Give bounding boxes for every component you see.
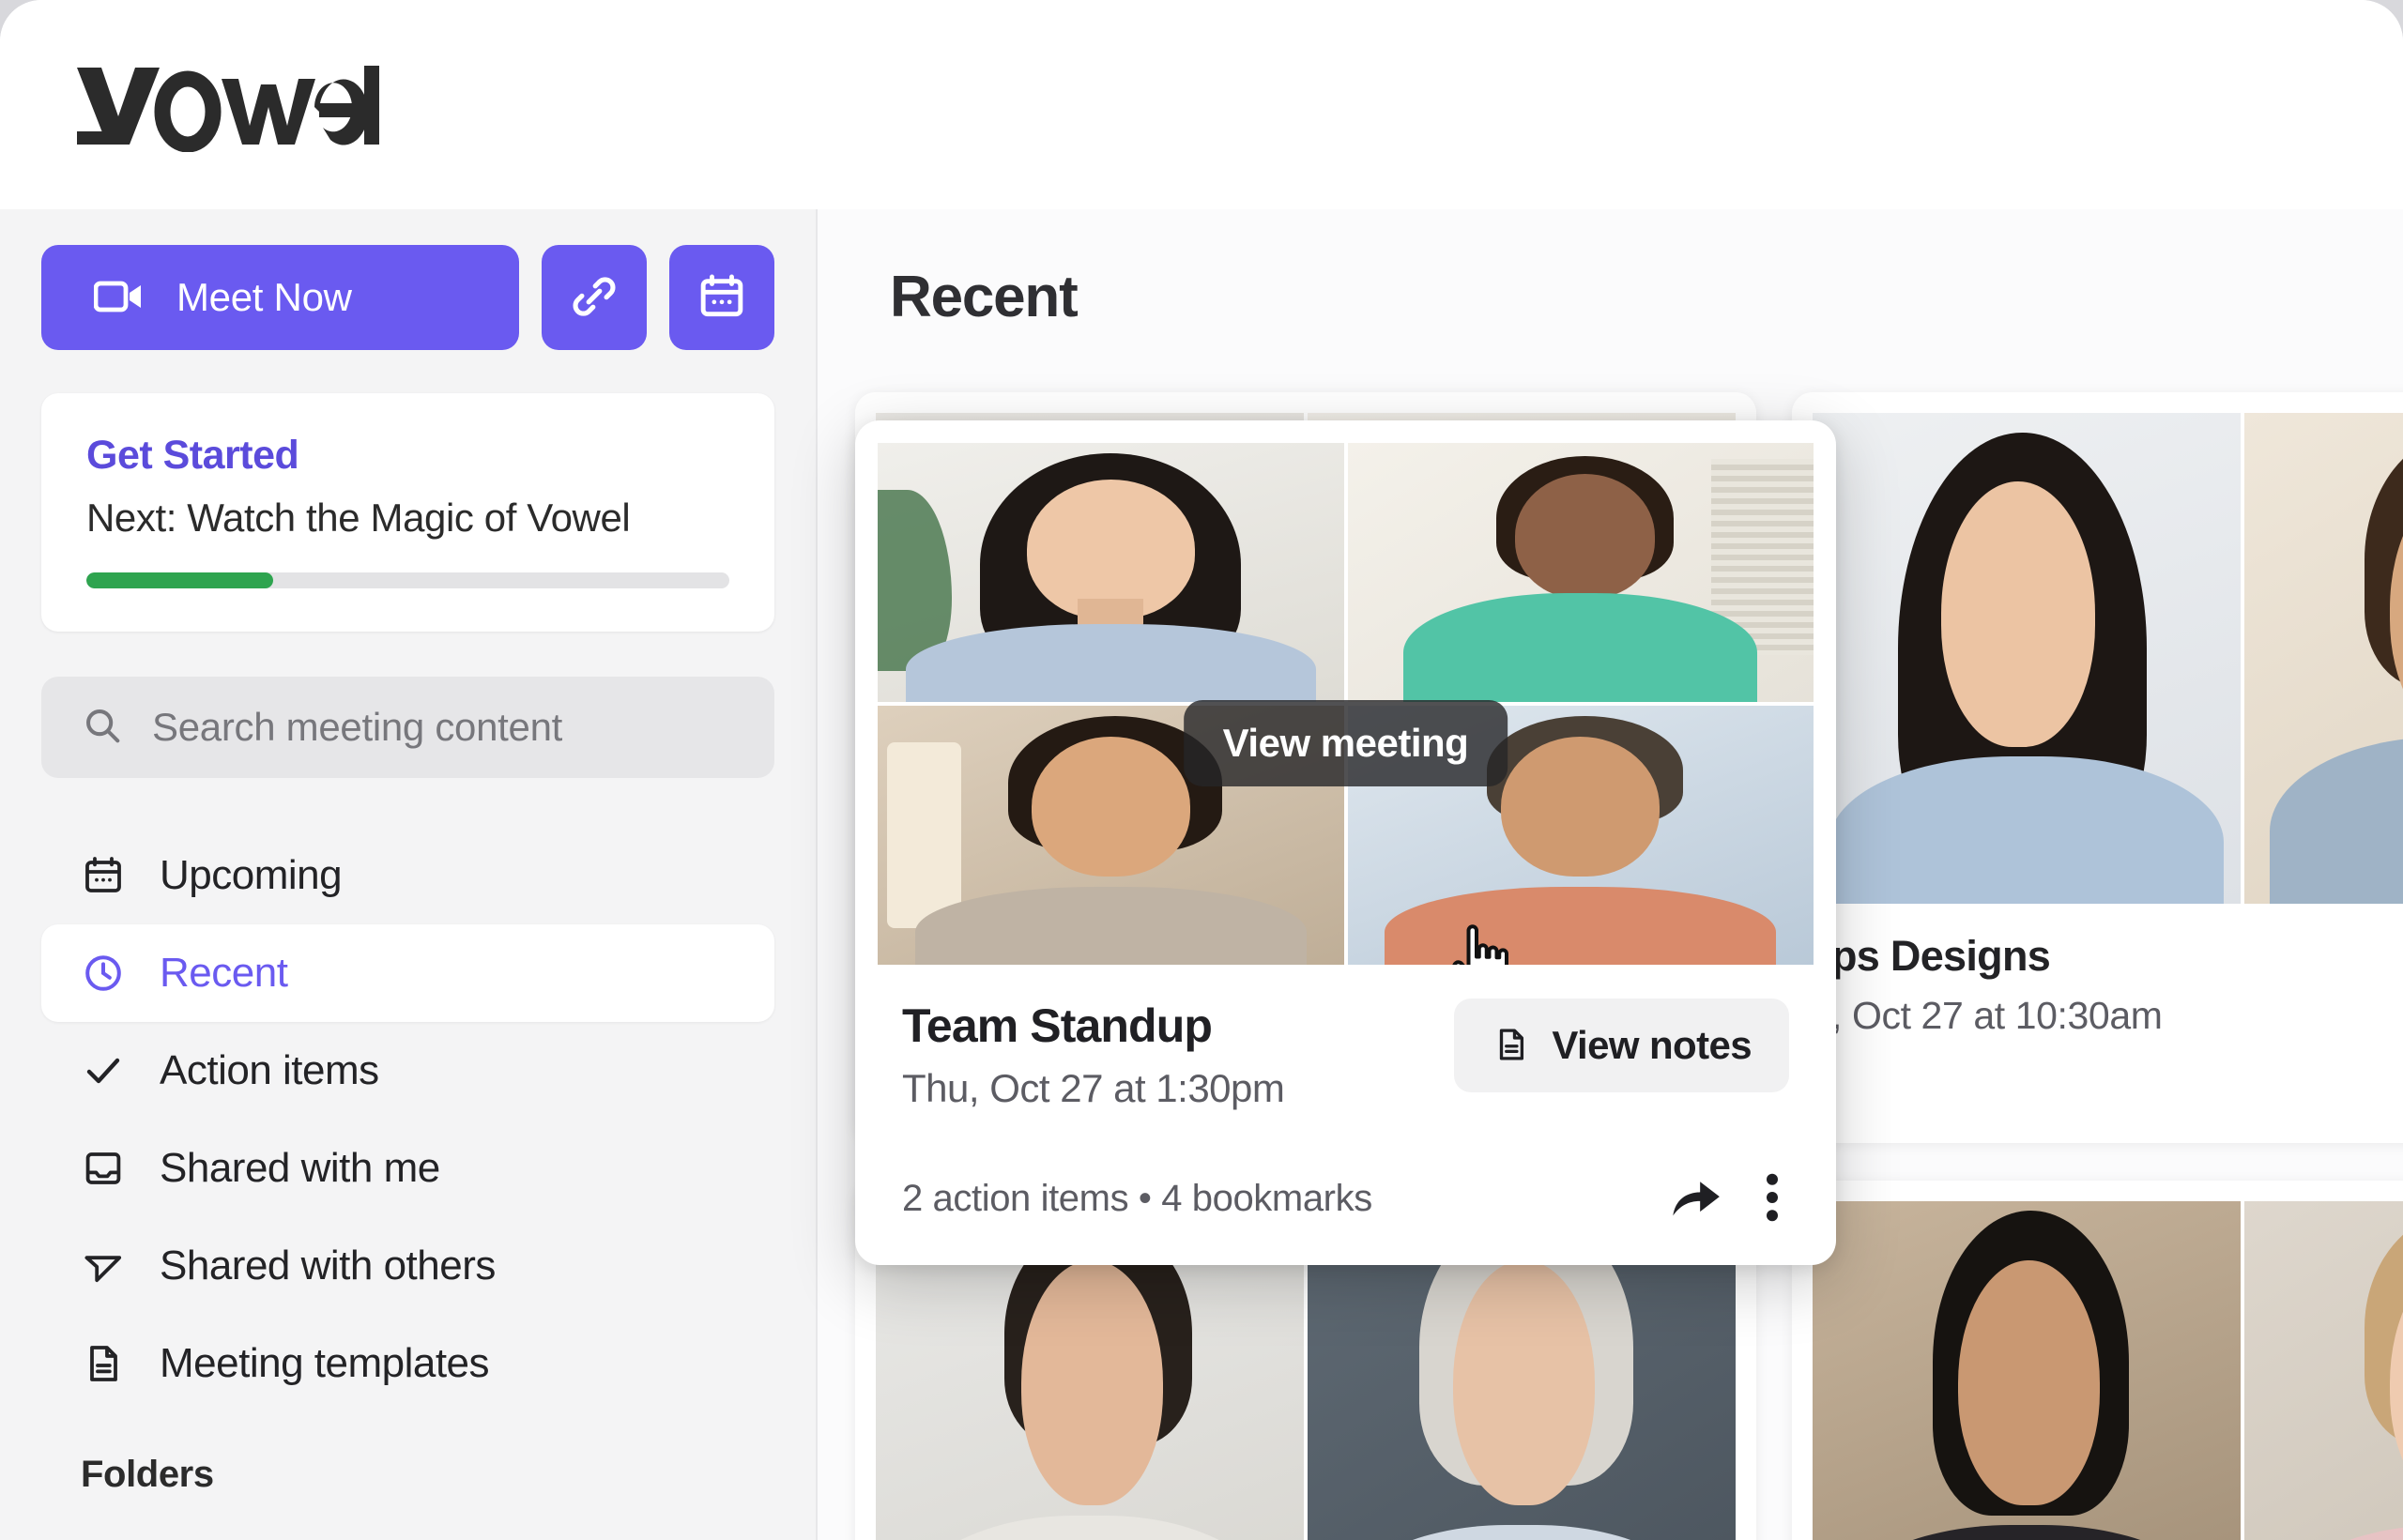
- folders-heading: Folders: [81, 1454, 214, 1495]
- schedule-meeting-button[interactable]: [669, 245, 774, 350]
- get-started-progress-track: [86, 572, 729, 588]
- search-input[interactable]: Search meeting content: [41, 677, 774, 778]
- hovered-card-body: Team Standup Thu, Oct 27 at 1:30pm View …: [855, 965, 1836, 1225]
- sidebar-item-shared-with-me[interactable]: Shared with me: [41, 1120, 774, 1217]
- hovered-meeting-card[interactable]: View meeting Team Standup Thu, Oct 27 at…: [855, 420, 1836, 1265]
- participant-tile: [878, 443, 1344, 702]
- sidebar-nav: Upcoming Recent Action items Shared with…: [0, 827, 816, 1412]
- inbox-icon: [81, 1146, 126, 1191]
- participant-tile: [2244, 1201, 2403, 1540]
- document-icon: [81, 1341, 126, 1386]
- view-notes-label: View notes: [1552, 1023, 1752, 1067]
- video-tile-grid[interactable]: View meeting: [878, 443, 1814, 965]
- participant-tile: [1813, 1201, 2241, 1540]
- vowel-app-window: Meet Now Get Started Next: Watch the Mag…: [0, 0, 2403, 1540]
- view-meeting-tooltip: View meeting: [1183, 700, 1508, 786]
- participant-tile: [1347, 443, 1814, 702]
- search-icon: [81, 704, 124, 752]
- meeting-card[interactable]: [1792, 1181, 2403, 1540]
- more-options-button[interactable]: [1763, 1173, 1782, 1225]
- sidebar-item-upcoming[interactable]: Upcoming: [41, 827, 774, 924]
- check-icon: [81, 1048, 126, 1093]
- calendar-icon: [81, 853, 126, 898]
- view-notes-button[interactable]: View notes: [1454, 999, 1789, 1092]
- sidebar-item-recent[interactable]: Recent: [41, 924, 774, 1022]
- meet-now-button[interactable]: Meet Now: [41, 245, 519, 350]
- meeting-card-time: , Oct 27 at 10:30am: [1831, 994, 2163, 1037]
- sidebar: Meet Now Get Started Next: Watch the Mag…: [0, 209, 818, 1540]
- sidebar-item-shared-with-others[interactable]: Shared with others: [41, 1217, 774, 1315]
- document-icon: [1492, 1025, 1531, 1067]
- link-icon: [568, 270, 620, 326]
- page-title: Recent: [890, 265, 1079, 329]
- get-started-progress-fill: [86, 572, 273, 588]
- sidebar-item-label: Shared with me: [160, 1145, 440, 1191]
- video-tile-grid: [1792, 1181, 2403, 1540]
- sidebar-action-buttons: Meet Now: [0, 245, 816, 350]
- get-started-card[interactable]: Get Started Next: Watch the Magic of Vow…: [41, 393, 774, 632]
- copy-link-button[interactable]: [542, 245, 647, 350]
- sidebar-item-action-items[interactable]: Action items: [41, 1022, 774, 1120]
- get-started-next-step: Next: Watch the Magic of Vowel: [86, 496, 631, 540]
- share-arrow-icon: [1669, 1175, 1722, 1223]
- vowel-logo[interactable]: [73, 58, 383, 152]
- meeting-time: Thu, Oct 27 at 1:30pm: [902, 1066, 1285, 1110]
- meeting-card[interactable]: 2 ps Designs , Oct 27 at 10:30am: [1792, 392, 2403, 1143]
- vowel-wordmark-icon: [77, 65, 379, 152]
- meet-now-label: Meet Now: [176, 275, 352, 319]
- calendar-icon: [696, 270, 748, 326]
- participant-tile: [1813, 413, 2241, 904]
- sidebar-item-meeting-templates[interactable]: Meeting templates: [41, 1315, 774, 1412]
- paper-plane-icon: [81, 1243, 126, 1288]
- share-button[interactable]: [1669, 1175, 1722, 1223]
- video-camera-icon: [93, 278, 143, 318]
- more-vertical-icon: [1763, 1173, 1782, 1225]
- sidebar-item-label: Meeting templates: [160, 1340, 490, 1386]
- sidebar-item-label: Recent: [160, 950, 288, 996]
- video-tile-grid: 2: [1792, 392, 2403, 904]
- app-header: [0, 0, 2403, 209]
- clock-icon: [81, 951, 126, 996]
- sidebar-item-label: Action items: [160, 1047, 379, 1093]
- meeting-stats: 2 action items • 4 bookmarks: [902, 1178, 1372, 1219]
- search-placeholder: Search meeting content: [152, 705, 563, 749]
- meeting-card-title: ps Designs: [1831, 932, 2051, 980]
- get-started-title: Get Started: [86, 433, 299, 478]
- sidebar-item-label: Shared with others: [160, 1243, 496, 1288]
- participant-tile: 2: [2244, 413, 2403, 904]
- sidebar-item-label: Upcoming: [160, 852, 343, 898]
- meeting-title: Team Standup: [902, 999, 1213, 1052]
- card-action-buttons: [1669, 1173, 1789, 1225]
